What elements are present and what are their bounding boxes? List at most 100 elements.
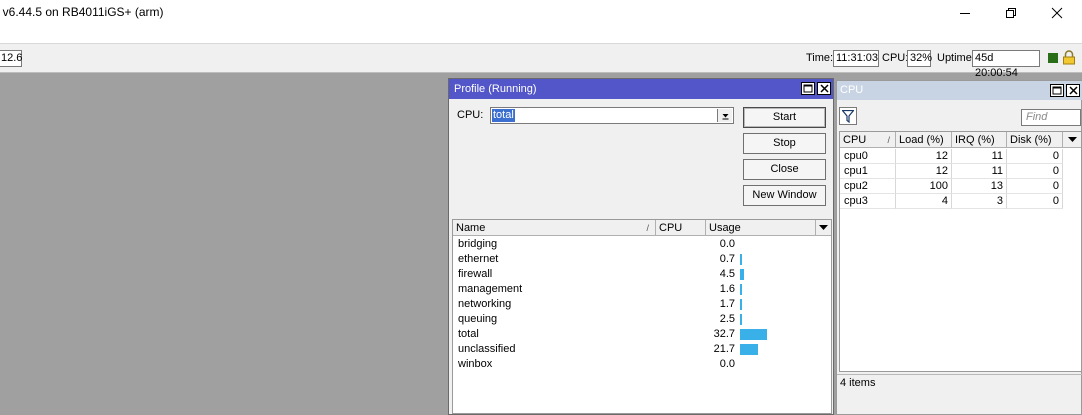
- profile-cpu-selected: total: [492, 109, 515, 122]
- maximize-icon: [803, 84, 813, 93]
- table-row[interactable]: networking 1.7: [453, 297, 831, 312]
- profile-window-title-text: Profile (Running): [454, 83, 537, 95]
- close-icon: [819, 84, 829, 93]
- cell-cpu: cpu2: [840, 179, 896, 194]
- table-row[interactable]: total 32.7: [453, 327, 831, 342]
- cell-irq: 3: [952, 194, 1007, 209]
- table-row[interactable]: cpu3 4 3 0: [840, 194, 1081, 209]
- column-header-cpu[interactable]: CPU: [656, 220, 706, 236]
- column-header-irq[interactable]: IRQ (%): [952, 132, 1007, 148]
- row-usage: 0.0: [719, 358, 735, 370]
- cell-disk: 0: [1007, 164, 1063, 179]
- row-name: unclassified: [458, 343, 516, 355]
- cpu-window-divider: [837, 374, 1082, 375]
- cpu-close-button[interactable]: [1066, 84, 1080, 97]
- new-window-button[interactable]: New Window: [743, 185, 826, 206]
- maximize-icon: [1052, 86, 1062, 95]
- table-row[interactable]: bridging 0.0: [453, 237, 831, 252]
- cpu-table: CPU / Load (%) IRQ (%) Disk (%) cpu0 12 11…: [839, 131, 1082, 372]
- status-indicator: [1048, 53, 1058, 63]
- profile-window-title: Profile (Running): [449, 79, 833, 99]
- title-bar: : v6.44.5 on RB4011iGS+ (arm): [0, 0, 1082, 43]
- row-name: firewall: [458, 268, 493, 280]
- table-row[interactable]: winbox 0.0: [453, 357, 831, 372]
- cell-load: 12: [896, 149, 952, 164]
- restore-icon: [1006, 8, 1016, 18]
- cell-load: 4: [896, 194, 952, 209]
- usage-bar: [740, 269, 744, 280]
- table-row[interactable]: management 1.6: [453, 282, 831, 297]
- table-row[interactable]: unclassified 21.7: [453, 342, 831, 357]
- cell-irq: 13: [952, 179, 1007, 194]
- column-menu-icon[interactable]: [816, 220, 831, 236]
- time-label: Time:: [806, 52, 834, 64]
- usage-bar: [740, 344, 758, 355]
- row-name: total: [458, 328, 479, 340]
- cpu-value: 32%: [907, 50, 932, 67]
- column-header-load[interactable]: Load (%): [896, 132, 952, 148]
- filter-button[interactable]: [839, 107, 857, 125]
- column-header-cpu[interactable]: CPU /: [840, 132, 896, 148]
- column-menu-icon[interactable]: [1064, 132, 1080, 148]
- row-usage: 1.6: [719, 283, 735, 295]
- uptime-value: 45d 20:00:54: [972, 50, 1040, 79]
- row-usage: 4.5: [719, 268, 735, 280]
- sort-icon: /: [887, 135, 890, 145]
- row-usage: 0.0: [719, 238, 735, 250]
- cell-disk: 0: [1007, 194, 1063, 209]
- uptime-label: Uptime:: [937, 52, 975, 64]
- close-window-button[interactable]: [1034, 0, 1080, 26]
- sort-icon: /: [646, 223, 649, 233]
- cell-irq: 11: [952, 164, 1007, 179]
- restore-button[interactable]: [988, 0, 1034, 26]
- table-row[interactable]: firewall 4.5: [453, 267, 831, 282]
- cell-irq: 11: [952, 149, 1007, 164]
- row-usage: 21.7: [713, 343, 735, 355]
- table-row[interactable]: cpu1 12 11 0: [840, 164, 1081, 179]
- table-row[interactable]: cpu2 100 13 0: [840, 179, 1081, 194]
- find-input[interactable]: Find: [1021, 109, 1081, 126]
- table-row[interactable]: ethernet 0.7: [453, 252, 831, 267]
- cell-cpu: cpu3: [840, 194, 896, 209]
- profile-window: Profile (Running) CPU: total Start Stop …: [448, 78, 834, 415]
- column-header-disk[interactable]: Disk (%): [1007, 132, 1063, 148]
- column-header-name[interactable]: Name /: [453, 220, 656, 236]
- profile-table-header: Name / CPU Usage: [453, 220, 831, 236]
- usage-bar: [740, 284, 742, 295]
- profile-cpu-select[interactable]: total: [490, 107, 734, 124]
- minimize-icon: [960, 13, 970, 14]
- close-button[interactable]: Close: [743, 159, 826, 180]
- cpu-table-header: CPU / Load (%) IRQ (%) Disk (%): [840, 132, 1081, 148]
- window-title: : v6.44.5 on RB4011iGS+ (arm): [0, 5, 164, 19]
- cpu-window-title-text: CPU: [840, 84, 864, 96]
- dropdown-arrow-icon[interactable]: [717, 109, 732, 122]
- table-row[interactable]: queuing 2.5: [453, 312, 831, 327]
- row-name: bridging: [458, 238, 498, 250]
- usage-bar: [740, 314, 742, 325]
- row-name: management: [458, 283, 523, 295]
- cell-disk: 0: [1007, 149, 1063, 164]
- profile-close-button[interactable]: [817, 82, 831, 95]
- usage-bar: [740, 329, 767, 340]
- cpu-window: CPU Find CPU / Load (%) IRQ (%) Disk (%)…: [836, 80, 1082, 415]
- time-value: 11:31:03: [833, 50, 879, 67]
- stop-button[interactable]: Stop: [743, 133, 826, 154]
- cpu-maximize-button[interactable]: [1050, 84, 1064, 97]
- column-header-usage[interactable]: Usage: [706, 220, 816, 236]
- minimize-button[interactable]: [942, 0, 988, 26]
- lock-icon[interactable]: [1062, 50, 1076, 65]
- table-row[interactable]: cpu0 12 11 0: [840, 149, 1081, 164]
- row-name: winbox: [458, 358, 493, 370]
- profile-maximize-button[interactable]: [801, 82, 815, 95]
- usage-bar: [740, 299, 742, 310]
- cell-load: 100: [896, 179, 952, 194]
- usage-bar: [740, 254, 742, 265]
- profile-table: Name / CPU Usage bridging 0.0 ethernet 0.7 f…: [452, 219, 832, 414]
- cell-cpu: cpu0: [840, 149, 896, 164]
- close-icon: [1068, 86, 1078, 95]
- start-button[interactable]: Start: [743, 107, 826, 128]
- row-usage: 32.7: [713, 328, 735, 340]
- cell-load: 12: [896, 164, 952, 179]
- cell-cpu: cpu1: [840, 164, 896, 179]
- cpu-label: CPU:: [882, 52, 909, 64]
